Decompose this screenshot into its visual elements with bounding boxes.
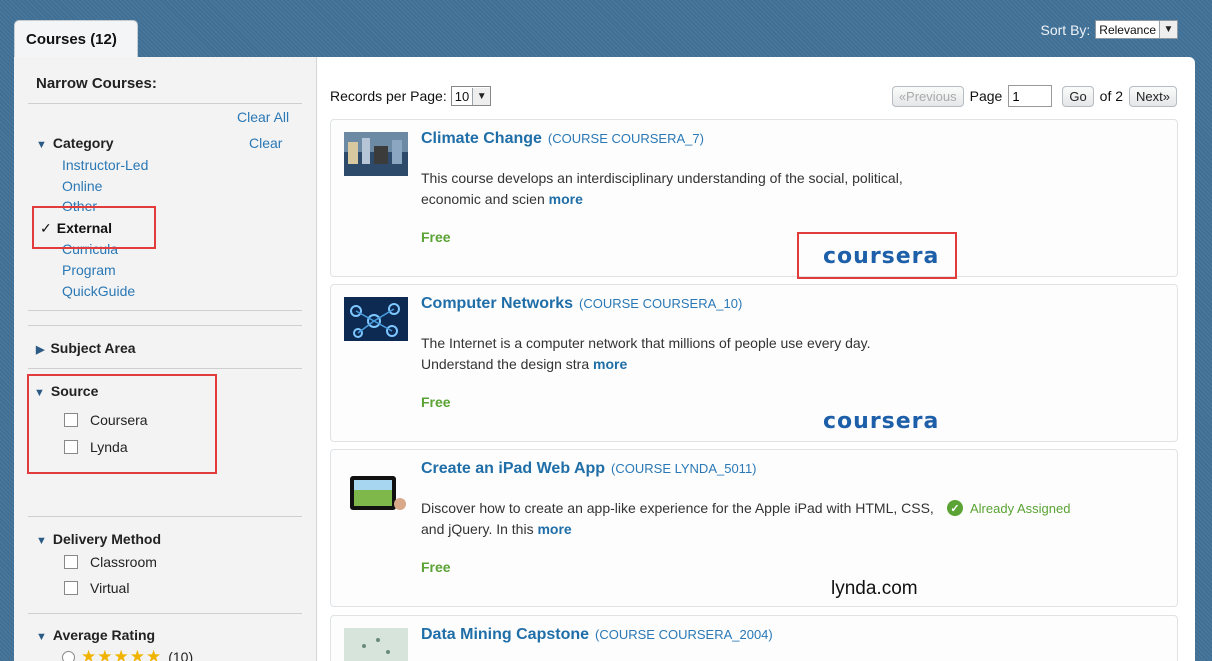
more-link[interactable]: more	[537, 521, 571, 537]
lynda-logo: lynda.com	[831, 578, 918, 599]
delivery-option-virtual[interactable]: Virtual	[64, 580, 129, 596]
category-header[interactable]: ▼ Category	[36, 135, 114, 151]
results-area: Records per Page: 10▼ «Previous Page Go …	[330, 57, 1195, 661]
course-thumbnail-image	[344, 297, 408, 341]
coursera-logo: coursera	[823, 409, 940, 434]
category-item-instructor-led[interactable]: Instructor-Led	[62, 157, 148, 173]
course-description: The Internet is a computer network that …	[421, 333, 941, 375]
price-label: Free	[421, 394, 451, 410]
course-code: (COURSE LYNDA_5011)	[611, 461, 757, 476]
star-icon: ★★★★★	[81, 647, 163, 661]
checkbox[interactable]	[64, 555, 78, 569]
pagination: «Previous Page Go of 2 Next»	[891, 85, 1177, 107]
check-circle-icon: ✓	[947, 500, 963, 516]
subject-area-label: Subject Area	[50, 340, 136, 356]
checkbox[interactable]	[64, 581, 78, 595]
divider	[28, 516, 302, 517]
course-thumbnail-image	[344, 628, 408, 661]
collapsed-triangle-icon: ▶	[36, 344, 45, 356]
description-text: Discover how to create an app-like exper…	[421, 500, 934, 537]
divider	[28, 368, 302, 369]
expanded-triangle-icon: ▼	[36, 535, 47, 547]
records-per-page-select[interactable]: 10 ▼	[450, 86, 492, 106]
status-text: Already Assigned	[970, 500, 1071, 516]
next-button[interactable]: Next»	[1129, 85, 1177, 107]
divider	[28, 613, 302, 614]
category-item-quickguide[interactable]: QuickGuide	[62, 283, 135, 299]
course-card: Climate Change (COURSE COURSERA_7) This c…	[330, 119, 1178, 279]
tab-courses[interactable]: Courses (12)	[14, 20, 138, 58]
rating-count: (10)	[168, 649, 194, 661]
records-per-page-label: Records per Page:	[330, 88, 447, 104]
sort-by-value: Relevance	[1099, 22, 1156, 37]
course-title-link[interactable]: Data Mining Capstone (COURSE COURSERA_200…	[421, 626, 773, 644]
records-per-page: Records per Page: 10 ▼	[330, 86, 492, 106]
course-code: (COURSE COURSERA_10)	[579, 296, 743, 311]
sort-by-select[interactable]: Relevance ▼	[1095, 20, 1178, 39]
course-thumbnail-image	[350, 476, 406, 510]
course-card: Computer Networks (COURSE COURSERA_10) Th…	[330, 284, 1178, 442]
highlight-box-source	[27, 374, 217, 474]
course-code: (COURSE COURSERA_7)	[547, 131, 704, 146]
course-title: Data Mining Capstone	[421, 626, 590, 643]
more-link[interactable]: more	[549, 191, 583, 207]
sort-by-control: Sort By: Relevance ▼	[1040, 20, 1178, 39]
radio-button[interactable]	[62, 650, 75, 661]
course-thumbnail-image	[344, 132, 408, 176]
course-description: Discover how to create an app-like exper…	[421, 498, 941, 540]
delivery-method-header[interactable]: ▼ Delivery Method	[36, 531, 161, 547]
subject-area-header[interactable]: ▶ Subject Area	[36, 340, 136, 356]
chevron-down-icon: ▼	[472, 87, 491, 105]
course-title: Create an iPad Web App	[421, 460, 606, 477]
highlight-box-provider	[797, 232, 957, 279]
rating-option-5[interactable]: ★★★★★ (10)	[62, 647, 193, 661]
divider	[28, 325, 302, 326]
tab-courses-label: Courses (12)	[26, 31, 117, 48]
category-item-program[interactable]: Program	[62, 262, 116, 278]
delivery-method-label: Delivery Method	[52, 531, 162, 547]
page-number-input[interactable]	[1008, 85, 1053, 107]
already-assigned-badge: ✓ Already Assigned	[947, 500, 1070, 516]
category-item-online[interactable]: Online	[62, 178, 102, 194]
description-text: The Internet is a computer network that …	[421, 335, 871, 372]
average-rating-header[interactable]: ▼ Average Rating	[36, 627, 155, 643]
divider	[28, 310, 302, 311]
expanded-triangle-icon: ▼	[36, 139, 47, 151]
delivery-option-classroom[interactable]: Classroom	[64, 554, 157, 570]
course-code: (COURSE COURSERA_2004)	[595, 627, 773, 642]
course-title-link[interactable]: Climate Change (COURSE COURSERA_7)	[421, 130, 704, 148]
average-rating-label: Average Rating	[52, 627, 156, 643]
course-card: Create an iPad Web App (COURSE LYNDA_5011…	[330, 449, 1178, 607]
divider	[28, 103, 302, 104]
previous-button[interactable]: «Previous	[891, 85, 964, 107]
delivery-option-label: Classroom	[90, 554, 157, 570]
filter-sidebar: Narrow Courses: Clear All ▼ Category Clea…	[14, 57, 317, 661]
description-text: This course develops an interdisciplinar…	[421, 170, 903, 207]
course-title-link[interactable]: Computer Networks (COURSE COURSERA_10)	[421, 295, 742, 313]
more-link[interactable]: more	[593, 356, 627, 372]
page-label: Page	[969, 88, 1003, 104]
delivery-option-label: Virtual	[90, 580, 130, 596]
course-title: Computer Networks	[421, 295, 574, 312]
course-description: This course develops an interdisciplinar…	[421, 168, 941, 210]
expanded-triangle-icon: ▼	[36, 631, 47, 643]
go-button[interactable]: Go	[1062, 85, 1094, 107]
clear-all-link[interactable]: Clear All	[237, 109, 289, 125]
content-panel: Narrow Courses: Clear All ▼ Category Clea…	[14, 57, 1195, 661]
sort-by-label: Sort By:	[1040, 21, 1091, 38]
chevron-down-icon: ▼	[1159, 21, 1177, 38]
price-label: Free	[421, 229, 451, 245]
course-card: Data Mining Capstone (COURSE COURSERA_200…	[330, 615, 1178, 661]
course-title-link[interactable]: Create an iPad Web App (COURSE LYNDA_5011…	[421, 460, 757, 478]
highlight-box-external	[32, 206, 156, 249]
records-per-page-value: 10	[454, 88, 470, 104]
sidebar-title: Narrow Courses:	[36, 75, 157, 92]
price-label: Free	[421, 559, 451, 575]
category-label: Category	[52, 135, 114, 151]
page-count: of 2	[1099, 88, 1124, 104]
course-title: Climate Change	[421, 130, 542, 147]
category-clear-link[interactable]: Clear	[249, 135, 282, 151]
